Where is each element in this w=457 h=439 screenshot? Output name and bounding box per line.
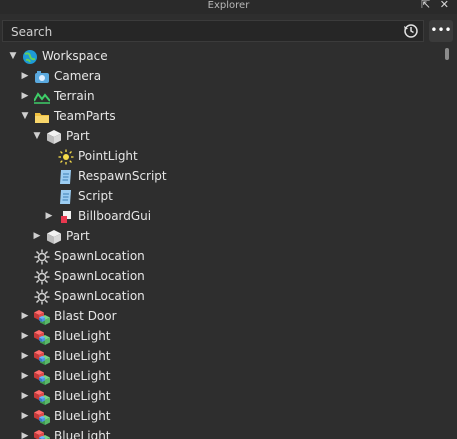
- tree-item-label: Terrain: [54, 89, 95, 103]
- model-icon: [34, 429, 50, 439]
- tree-item-label: Part: [66, 229, 90, 243]
- terrain-icon: [33, 89, 51, 105]
- billboardgui-icon: [58, 209, 74, 225]
- tree-item-label: Script: [78, 189, 113, 203]
- tree-item[interactable]: ▶ BlueLight: [0, 426, 441, 439]
- tree-item[interactable]: RespawnScript: [0, 166, 441, 186]
- expand-arrow-icon[interactable]: ▶: [20, 86, 30, 106]
- script-icon: [58, 189, 74, 205]
- tree-item-label: BlueLight: [54, 409, 111, 423]
- collapse-arrow-icon[interactable]: ▼: [8, 46, 18, 66]
- folder-icon: [34, 109, 50, 125]
- spawnlocation-icon: [34, 289, 50, 305]
- model-icon: [34, 409, 50, 425]
- expand-arrow-icon[interactable]: ▶: [44, 206, 54, 226]
- tree-item[interactable]: SpawnLocation: [0, 286, 441, 306]
- tree-item[interactable]: ▶ Camera: [0, 66, 441, 86]
- expand-arrow-icon[interactable]: ▶: [20, 426, 30, 439]
- explorer-toolbar: •••: [0, 20, 457, 44]
- tree-item[interactable]: ▼ Workspace: [0, 46, 441, 66]
- tree-item-label: Blast Door: [54, 309, 117, 323]
- expand-arrow-icon[interactable]: ▶: [20, 346, 30, 366]
- tree-item-label: BlueLight: [54, 369, 111, 383]
- tree-item[interactable]: ▶ BlueLight: [0, 366, 441, 386]
- part-icon: [46, 229, 62, 245]
- expand-arrow-icon[interactable]: ▶: [20, 386, 30, 406]
- tree-item[interactable]: ▶ Terrain: [0, 86, 441, 106]
- spawnlocation-icon: [34, 269, 50, 285]
- popout-icon[interactable]: ⇱: [421, 0, 430, 11]
- tree-item-label: SpawnLocation: [54, 249, 145, 263]
- tree-item-label: BillboardGui: [78, 209, 152, 223]
- expand-arrow-icon[interactable]: ▶: [20, 326, 30, 346]
- tree-item[interactable]: ▶ BlueLight: [0, 406, 441, 426]
- workspace-icon: [22, 49, 38, 65]
- tree-item-label: Camera: [54, 69, 102, 83]
- expand-arrow-icon[interactable]: ▶: [20, 406, 30, 426]
- tree-item-label: BlueLight: [54, 429, 111, 439]
- expand-arrow-icon[interactable]: ▶: [32, 226, 42, 246]
- spawnlocation-icon: [34, 249, 50, 265]
- tree-item[interactable]: ▶ BlueLight: [0, 386, 441, 406]
- window-actions: ⇱ ✕: [415, 0, 449, 11]
- tree-item-label: TeamParts: [54, 109, 116, 123]
- tree-item[interactable]: ▶ BlueLight: [0, 326, 441, 346]
- window-title: Explorer: [207, 0, 250, 11]
- collapse-arrow-icon[interactable]: ▼: [20, 106, 30, 126]
- part-icon: [46, 129, 62, 145]
- tree-item-label: BlueLight: [54, 389, 111, 403]
- model-icon: [34, 309, 50, 325]
- model-icon: [34, 389, 50, 405]
- pointlight-icon: [58, 149, 74, 165]
- collapse-arrow-icon[interactable]: ▼: [32, 126, 42, 146]
- close-icon[interactable]: ✕: [440, 0, 449, 11]
- tree-item[interactable]: Script: [0, 186, 441, 206]
- model-icon: [34, 329, 50, 345]
- explorer-tree: ▼ Workspace ▶ Camera ▶ Terrain ▼ TeamParts ▼ Part…: [0, 46, 441, 439]
- tree-item[interactable]: ▼ Part: [0, 126, 441, 146]
- tree-item[interactable]: ▶ Part: [0, 226, 441, 246]
- tree-item[interactable]: ▶ BillboardGui: [0, 206, 441, 226]
- tree-item-label: BlueLight: [54, 349, 111, 363]
- tree-item[interactable]: SpawnLocation: [0, 266, 441, 286]
- tree-item[interactable]: ▶ BlueLight: [0, 346, 441, 366]
- window-titlebar: Explorer ⇱ ✕: [0, 0, 457, 14]
- tree-item[interactable]: ▼ TeamParts: [0, 106, 441, 126]
- more-options-button[interactable]: •••: [429, 20, 453, 42]
- tree-item[interactable]: SpawnLocation: [0, 246, 441, 266]
- tree-item-label: SpawnLocation: [54, 269, 145, 283]
- tree-item[interactable]: PointLight: [0, 146, 441, 166]
- model-icon: [34, 369, 50, 385]
- vertical-scrollbar[interactable]: [441, 46, 453, 439]
- camera-icon: [34, 69, 50, 85]
- tree-item[interactable]: ▶ Blast Door: [0, 306, 441, 326]
- tree-item-label: RespawnScript: [78, 169, 167, 183]
- search-input[interactable]: [9, 22, 397, 42]
- scrollbar-thumb[interactable]: [445, 48, 449, 60]
- model-icon: [34, 349, 50, 365]
- tree-item-label: SpawnLocation: [54, 289, 145, 303]
- tree-item-label: Workspace: [42, 49, 108, 63]
- history-icon[interactable]: [403, 23, 419, 39]
- expand-arrow-icon[interactable]: ▶: [20, 366, 30, 386]
- script-icon: [58, 169, 74, 185]
- tree-item-label: Part: [66, 129, 90, 143]
- expand-arrow-icon[interactable]: ▶: [20, 66, 30, 86]
- tree-item-label: PointLight: [78, 149, 138, 163]
- search-box[interactable]: [2, 20, 424, 42]
- tree-item-label: BlueLight: [54, 329, 111, 343]
- expand-arrow-icon[interactable]: ▶: [20, 306, 30, 326]
